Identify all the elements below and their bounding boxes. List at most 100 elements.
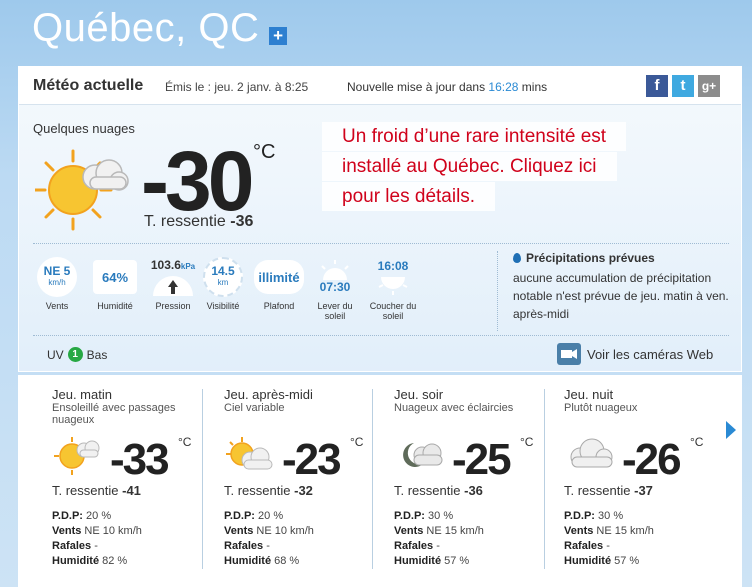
current-temperature-unit: °C xyxy=(253,141,276,163)
period-feels-like: T. ressentie -32 xyxy=(224,483,313,498)
period-name: Jeu. soir xyxy=(394,387,444,402)
weather-alert-link[interactable]: Un froid d’une rare intensité est instal… xyxy=(322,122,706,212)
gust-value: - xyxy=(606,540,610,552)
precipitation-block: Précipitations prévues aucune accumulati… xyxy=(513,251,735,323)
feels-like-label: T. ressentie xyxy=(394,483,461,498)
visibility-value: 14.5 xyxy=(211,264,235,278)
facebook-icon[interactable]: f xyxy=(646,75,668,97)
divider xyxy=(33,335,729,336)
period-name: Jeu. après-midi xyxy=(224,387,313,402)
precipitation-title-text: Précipitations prévues xyxy=(526,251,655,265)
panel-header: Météo actuelle Émis le : jeu. 2 janv. à … xyxy=(19,67,741,105)
sun-cloud-icon xyxy=(54,437,100,475)
period-temperature: -23 xyxy=(282,435,342,484)
pressure-unit: kPa xyxy=(180,262,196,271)
wind-label: Vents xyxy=(45,301,69,311)
forecast-period: Jeu. matin Ensoleillé avec passages nuag… xyxy=(52,387,212,567)
alert-line[interactable]: pour les détails. xyxy=(322,182,496,211)
moon-cloud-icon xyxy=(403,443,443,467)
pop-label: P.D.P: xyxy=(564,510,595,522)
precipitation-title: Précipitations prévues xyxy=(513,251,735,265)
wind-unit: km/h xyxy=(48,278,66,287)
gust-label: Rafales xyxy=(52,540,92,552)
uv-level: Bas xyxy=(86,347,108,362)
stat-sunrise: 07:30 Lever du soleil xyxy=(307,255,363,321)
feels-like-value: -32 xyxy=(294,483,313,498)
pressure-value-row: 103.6kPa xyxy=(151,258,195,272)
google-plus-icon[interactable]: g+ xyxy=(698,75,720,97)
stat-ceiling: illimité Plafond xyxy=(251,255,307,311)
panel-title: Météo actuelle xyxy=(33,77,144,94)
wind-value: NE 15 km/h xyxy=(596,525,654,537)
period-description: Ensoleillé avec passages nuageux xyxy=(52,402,176,426)
feels-like-value: -37 xyxy=(634,483,653,498)
forecast-strip: Jeu. matin Ensoleillé avec passages nuag… xyxy=(18,375,742,587)
wind-label: Vents xyxy=(564,525,594,537)
period-temperature-unit: °C xyxy=(690,435,704,449)
period-details: P.D.P: 20 % Vents NE 10 km/h Rafales - H… xyxy=(224,509,314,569)
webcams-link[interactable]: Voir les caméras Web xyxy=(557,343,713,365)
period-temperature: -25 xyxy=(452,435,512,484)
sunset-icon xyxy=(378,277,408,295)
feels-like: T. ressentie -36 xyxy=(144,213,253,231)
sunset-value: 16:08 xyxy=(377,259,409,273)
period-feels-like: T. ressentie -41 xyxy=(52,483,141,498)
pressure-value: 103.6 xyxy=(150,258,181,272)
update-prefix: Nouvelle mise à jour dans xyxy=(347,80,486,94)
uv-index-badge: 1 xyxy=(67,347,83,362)
update-countdown: Nouvelle mise à jour dans 16:28 mins xyxy=(347,80,547,94)
add-city-button[interactable]: + xyxy=(269,26,288,45)
humidity-value: 57 % xyxy=(444,555,470,567)
feels-like-value: -36 xyxy=(230,213,254,230)
pop-label: P.D.P: xyxy=(52,510,83,522)
visibility-icon: 14.5 km xyxy=(203,257,243,297)
feels-like-value: -41 xyxy=(122,483,141,498)
divider xyxy=(497,251,498,331)
wind-value: NE 10 km/h xyxy=(256,525,314,537)
period-details: P.D.P: 30 % Vents NE 15 km/h Rafales - H… xyxy=(564,509,654,569)
stat-humidity: 64% Humidité xyxy=(87,255,143,311)
period-name: Jeu. nuit xyxy=(564,387,614,402)
period-temperature: -26 xyxy=(622,435,682,484)
alert-line[interactable]: installé au Québec. Cliquez ici xyxy=(322,152,617,181)
period-description: Nuageux avec éclaircies xyxy=(394,402,514,414)
twitter-icon[interactable]: t xyxy=(672,75,694,97)
humidity-label: Humidité xyxy=(394,555,442,567)
period-feels-like: T. ressentie -36 xyxy=(394,483,483,498)
webcams-label[interactable]: Voir les caméras Web xyxy=(587,347,713,362)
humidity-value: 68 % xyxy=(274,555,300,567)
feels-like-value: -36 xyxy=(464,483,483,498)
period-description: Plutôt nuageux xyxy=(564,402,638,414)
next-arrow-icon[interactable] xyxy=(726,421,736,439)
humidity-label: Humidité xyxy=(97,301,133,311)
alert-line[interactable]: Un froid d’une rare intensité est xyxy=(322,122,627,151)
visibility-label: Visibilité xyxy=(206,301,240,311)
period-details: P.D.P: 20 % Vents NE 10 km/h Rafales - H… xyxy=(52,509,142,569)
wind-label: Vents xyxy=(224,525,254,537)
drop-icon xyxy=(513,253,521,263)
humidity-value: 57 % xyxy=(614,555,640,567)
update-time: 16:28 xyxy=(488,80,519,94)
sunrise-value: 07:30 xyxy=(319,280,351,294)
city-name: Québec, QC xyxy=(32,6,260,50)
sunset-label: Coucher du soleil xyxy=(369,301,417,321)
feels-like-label: T. ressentie xyxy=(144,213,226,230)
humidity-label: Humidité xyxy=(564,555,612,567)
cloud-icon xyxy=(570,438,613,468)
period-feels-like: T. ressentie -37 xyxy=(564,483,653,498)
sunrise-icon xyxy=(321,260,349,280)
gust-value: - xyxy=(436,540,440,552)
forecast-period: Jeu. soir Nuageux avec éclaircies -25 °C… xyxy=(394,387,554,567)
pop-value: 30 % xyxy=(598,510,624,522)
gust-value: - xyxy=(94,540,98,552)
stat-visibility: 14.5 km Visibilité xyxy=(195,255,251,311)
precipitation-text: aucune accumulation de précipitation not… xyxy=(513,271,729,321)
sunrise-label: Lever du soleil xyxy=(317,301,353,321)
wind-icon: NE 5 km/h xyxy=(37,257,77,297)
uv-index: UV 1 Bas xyxy=(47,347,107,362)
sun-cloud-icon xyxy=(226,437,273,470)
period-temperature-unit: °C xyxy=(520,435,534,449)
period-name: Jeu. matin xyxy=(52,387,112,402)
wind-label: Vents xyxy=(52,525,82,537)
gust-label: Rafales xyxy=(564,540,604,552)
